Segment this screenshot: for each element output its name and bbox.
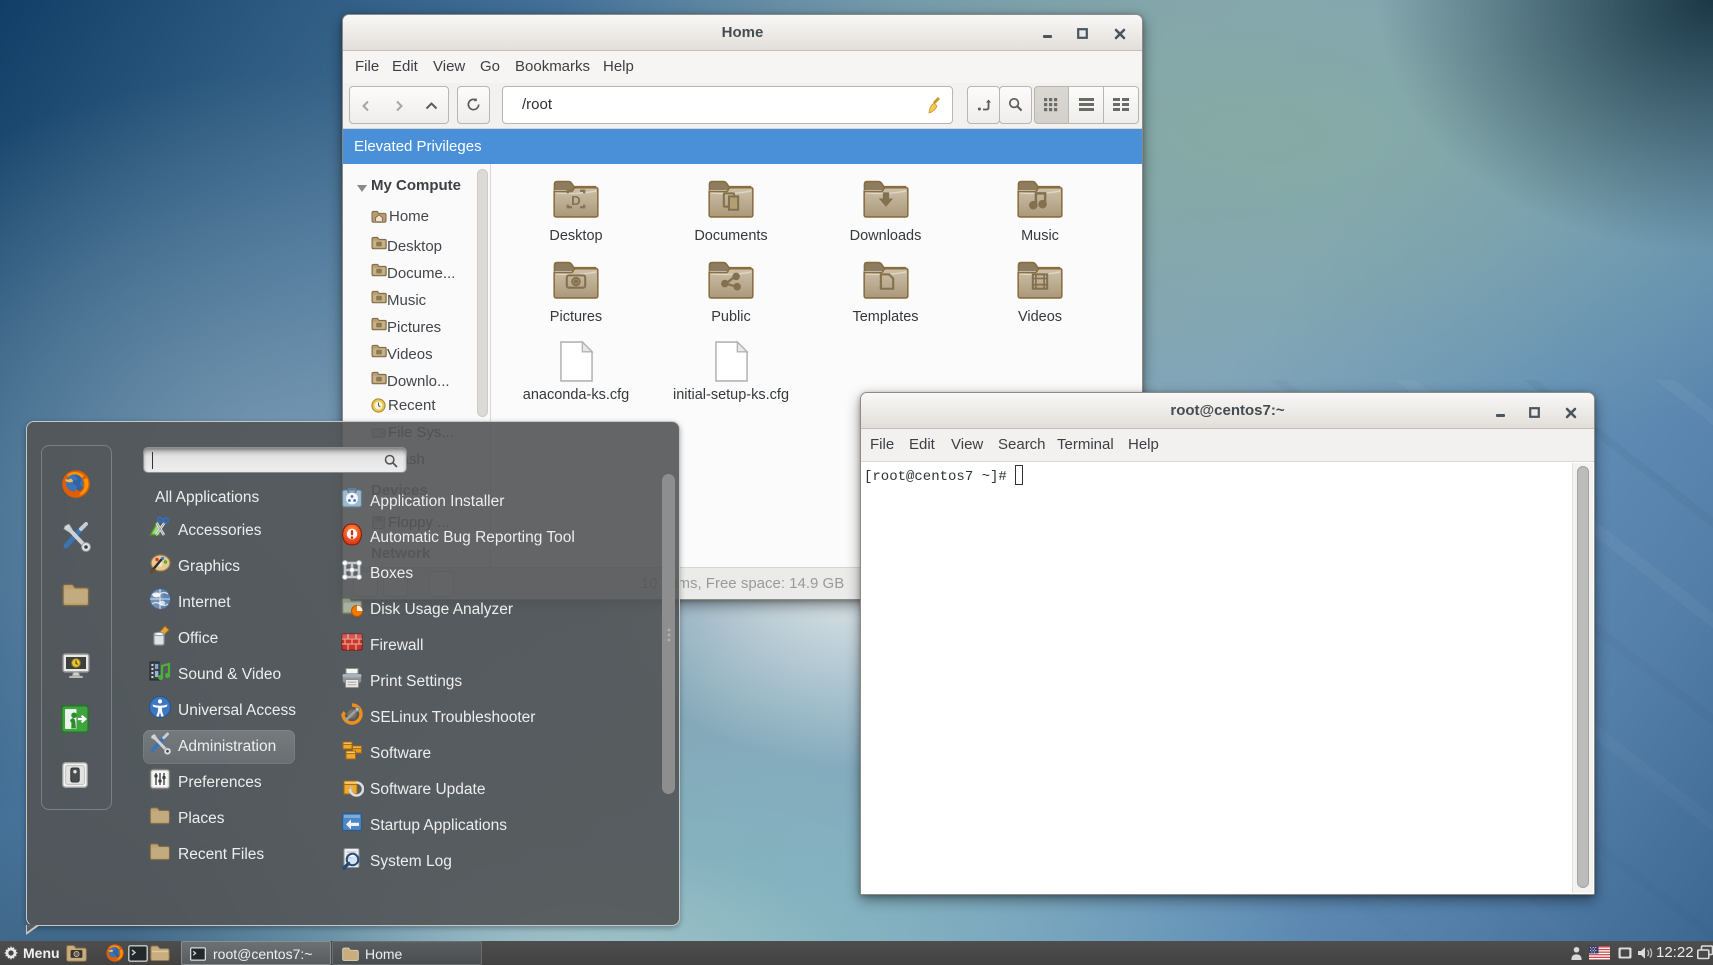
svg-text:D: D [571,193,581,208]
